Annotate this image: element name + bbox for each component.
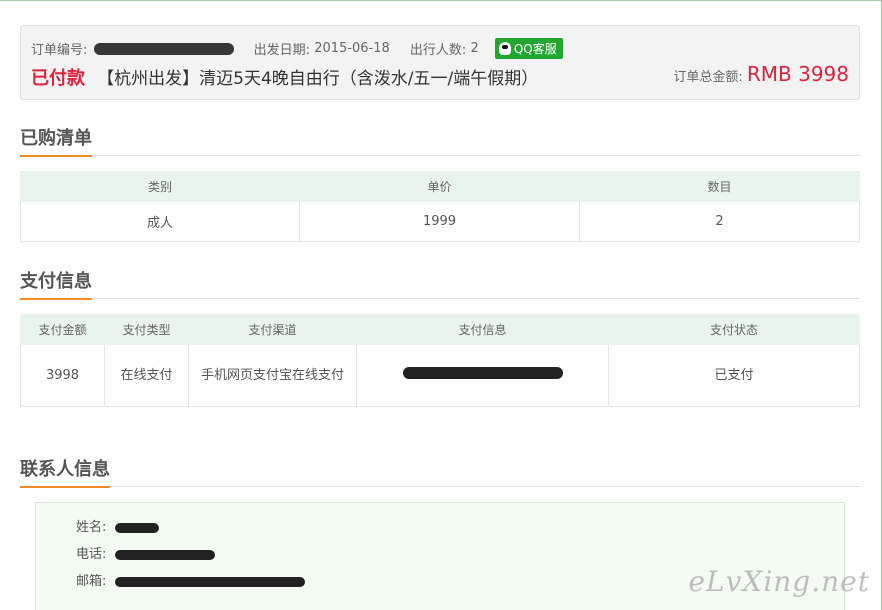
order-status-badge: 已付款 bbox=[31, 68, 85, 89]
contact-phone-redacted bbox=[114, 549, 215, 560]
contact-name-redacted bbox=[114, 522, 159, 533]
order-number-label: 订单编号: bbox=[31, 43, 88, 58]
column-header-amount: 支付金额 bbox=[20, 314, 105, 345]
travelers-value: 2 bbox=[470, 41, 479, 56]
contact-email-label: 邮箱: bbox=[76, 574, 107, 589]
column-header-info: 支付信息 bbox=[356, 314, 609, 345]
qq-service-button[interactable]: QQ客服 bbox=[494, 38, 563, 59]
payment-heading-text: 支付信息 bbox=[20, 267, 92, 300]
order-summary: 订单编号: 出发日期: 2015-06-18 出行人数: 2 QQ客服 已付款 … bbox=[20, 25, 860, 100]
contact-email-row: 邮箱: bbox=[76, 570, 305, 589]
contact-phone-label: 电话: bbox=[76, 547, 107, 562]
table-header-row: 类别 单价 数目 bbox=[20, 171, 860, 202]
purchased-heading-text: 已购清单 bbox=[20, 124, 92, 157]
cell-type: 在线支付 bbox=[104, 344, 189, 407]
qq-service-label: QQ客服 bbox=[513, 42, 557, 56]
site-watermark: eLvXing.net bbox=[688, 565, 870, 598]
contact-heading-text: 联系人信息 bbox=[20, 455, 110, 488]
order-meta: 订单编号: 出发日期: 2015-06-18 出行人数: 2 QQ客服 bbox=[31, 38, 563, 59]
cell-quantity: 2 bbox=[579, 201, 860, 242]
table-row: 3998 在线支付 手机网页支付宝在线支付 已支付 bbox=[20, 344, 860, 407]
order-status-line: 已付款 【杭州出发】清迈5天4晚自由行（含泼水/五一/端午假期） bbox=[31, 64, 538, 90]
order-total-label: 订单总金额: bbox=[673, 70, 743, 85]
contact-name-row: 姓名: bbox=[76, 516, 159, 535]
contact-section-heading: 联系人信息 bbox=[20, 455, 860, 488]
column-header-quantity: 数目 bbox=[579, 171, 860, 202]
contact-phone-row: 电话: bbox=[76, 543, 215, 562]
column-header-unit-price: 单价 bbox=[299, 171, 580, 202]
column-header-channel: 支付渠道 bbox=[188, 314, 357, 345]
table-row: 成人 1999 2 bbox=[20, 201, 860, 242]
order-total: 订单总金额: RMB 3998 bbox=[673, 62, 849, 86]
payment-table: 支付金额 支付类型 支付渠道 支付信息 支付状态 3998 在线支付 手机网页支… bbox=[20, 314, 860, 407]
order-total-value: RMB 3998 bbox=[746, 62, 849, 86]
column-header-category: 类别 bbox=[20, 171, 300, 202]
contact-email-redacted bbox=[114, 576, 305, 587]
cell-channel: 手机网页支付宝在线支付 bbox=[188, 344, 357, 407]
departure-date-value: 2015-06-18 bbox=[314, 41, 390, 56]
column-header-status: 支付状态 bbox=[608, 314, 860, 345]
qq-penguin-icon bbox=[498, 42, 511, 55]
travelers-label: 出行人数: bbox=[409, 43, 467, 58]
payment-info-redaction bbox=[402, 366, 563, 379]
order-number-redacted bbox=[93, 42, 234, 55]
cell-amount: 3998 bbox=[20, 344, 105, 407]
contact-name-label: 姓名: bbox=[76, 520, 107, 535]
product-title[interactable]: 【杭州出发】清迈5天4晚自由行（含泼水/五一/端午假期） bbox=[97, 69, 538, 89]
cell-status: 已支付 bbox=[608, 344, 860, 407]
cell-unit-price: 1999 bbox=[299, 201, 580, 242]
payment-section-heading: 支付信息 bbox=[20, 267, 860, 300]
purchased-section-heading: 已购清单 bbox=[20, 124, 860, 157]
cell-info-redacted bbox=[356, 344, 609, 407]
departure-date-label: 出发日期: bbox=[253, 43, 311, 58]
table-header-row: 支付金额 支付类型 支付渠道 支付信息 支付状态 bbox=[20, 314, 860, 345]
purchased-table: 类别 单价 数目 成人 1999 2 bbox=[20, 171, 860, 242]
cell-category: 成人 bbox=[20, 201, 300, 242]
column-header-type: 支付类型 bbox=[104, 314, 189, 345]
